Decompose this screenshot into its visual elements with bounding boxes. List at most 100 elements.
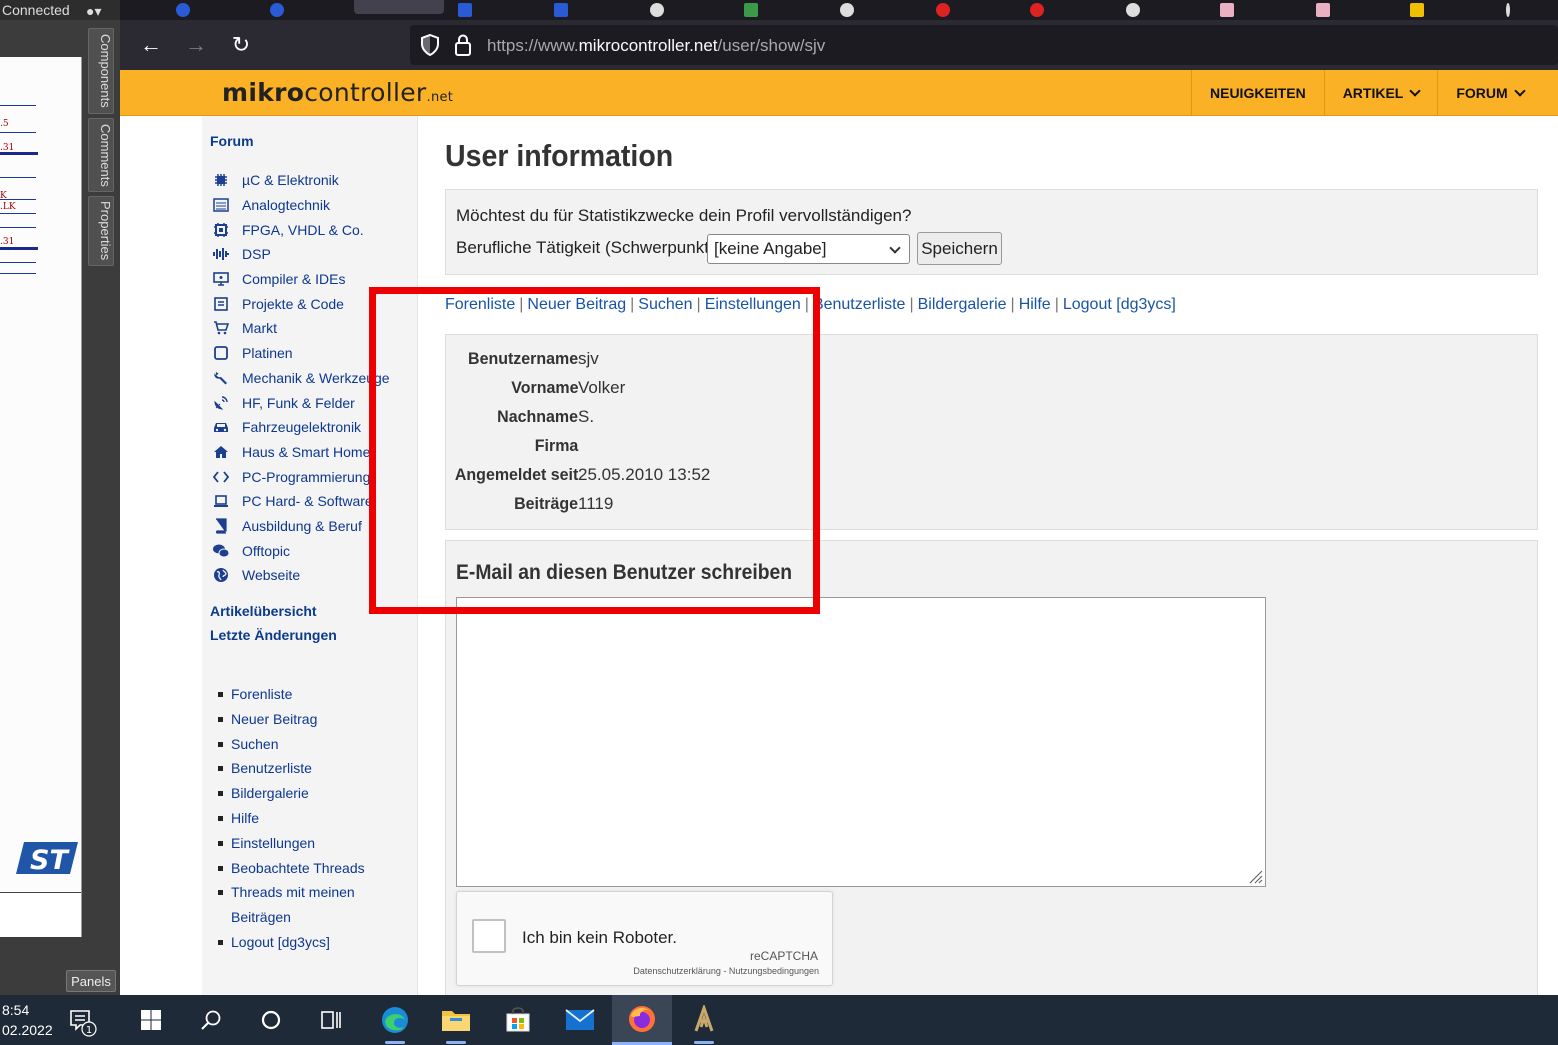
- tab-favicon-icon[interactable]: [554, 3, 568, 17]
- monitor-code-icon: [212, 271, 230, 287]
- search-icon[interactable]: [181, 995, 241, 1045]
- altium-icon[interactable]: [674, 995, 734, 1045]
- sidebar-item-hf-funk[interactable]: HF, Funk & Felder: [212, 390, 390, 415]
- recaptcha-checkbox[interactable]: [472, 919, 506, 953]
- sidebar-link-bildergalerie[interactable]: Bildergalerie: [218, 781, 365, 806]
- forward-icon[interactable]: →: [183, 32, 209, 58]
- tab-favicon-icon[interactable]: [840, 3, 854, 17]
- tab-favicon-icon[interactable]: [458, 3, 472, 17]
- link-forenliste[interactable]: Forenliste: [445, 296, 515, 313]
- properties-tab[interactable]: Properties: [88, 196, 114, 266]
- firefox-icon[interactable]: [612, 995, 672, 1045]
- lock-icon[interactable]: [454, 34, 472, 56]
- sidebar-item-dsp[interactable]: DSP: [212, 242, 390, 267]
- tracking-shield-icon[interactable]: [420, 34, 440, 56]
- browser-tab-strip: [120, 0, 1558, 20]
- active-tab[interactable]: [354, 0, 444, 14]
- sidebar-link-hilfe[interactable]: Hilfe: [218, 806, 365, 831]
- sidebar-forum-heading[interactable]: Forum: [210, 133, 254, 149]
- sidebar-item-platinen[interactable]: Platinen: [212, 341, 390, 366]
- waveform-icon: [212, 246, 230, 262]
- url-text[interactable]: https://www.mikrocontroller.net/user/sho…: [487, 36, 825, 56]
- site-logo[interactable]: mikrocontroller.net: [222, 76, 453, 108]
- store-icon[interactable]: [488, 995, 548, 1045]
- tab-favicon-icon[interactable]: [270, 3, 284, 17]
- sidebar-link-threads-mit-meinen[interactable]: Threads mit meinen: [218, 880, 365, 905]
- tab-favicon-icon[interactable]: [1126, 3, 1140, 17]
- link-einstellungen[interactable]: Einstellungen: [705, 296, 801, 313]
- sidebar-item-projekte[interactable]: Projekte & Code: [212, 291, 390, 316]
- reload-icon[interactable]: ↻: [228, 32, 254, 58]
- sidebar-item-analogtechnik[interactable]: Analogtechnik: [212, 193, 390, 218]
- tab-favicon-icon[interactable]: [936, 3, 950, 17]
- book-icon: [212, 518, 230, 534]
- file-explorer-icon[interactable]: [426, 995, 486, 1045]
- panels-button[interactable]: Panels: [66, 970, 116, 992]
- resize-grip-icon[interactable]: [1247, 868, 1263, 884]
- sidebar-link-neuer-beitrag[interactable]: Neuer Beitrag: [218, 707, 365, 732]
- sidebar-link-logout[interactable]: Logout [dg3ycs]: [218, 930, 365, 955]
- sidebar-item-mechanik[interactable]: Mechanik & Werkzeuge: [212, 366, 390, 391]
- comments-tab[interactable]: Comments: [88, 118, 114, 192]
- windows-start-icon[interactable]: [121, 995, 181, 1045]
- link-hilfe[interactable]: Hilfe: [1019, 296, 1051, 313]
- mail-icon[interactable]: [550, 995, 610, 1045]
- sidebar-item-uc-elektronik[interactable]: µC & Elektronik: [212, 168, 390, 193]
- tab-favicon-icon[interactable]: [1506, 3, 1510, 17]
- top-navigation: NEUIGKEITEN ARTIKEL FORUM: [1191, 70, 1558, 116]
- email-textarea[interactable]: [456, 597, 1266, 887]
- address-bar[interactable]: https://www.mikrocontroller.net/user/sho…: [410, 25, 1558, 65]
- sidebar-item-offtopic[interactable]: Offtopic: [212, 538, 390, 563]
- job-select[interactable]: [keine Angabe]: [707, 234, 910, 264]
- sidebar-item-webseite[interactable]: Webseite: [212, 563, 390, 588]
- tab-favicon-icon[interactable]: [1030, 3, 1044, 17]
- cart-icon: [212, 320, 230, 336]
- sidebar-link-suchen[interactable]: Suchen: [218, 732, 365, 757]
- link-logout[interactable]: Logout [dg3ycs]: [1063, 296, 1176, 313]
- sidebar-item-compiler[interactable]: Compiler & IDEs: [212, 267, 390, 292]
- nav-neuigkeiten[interactable]: NEUIGKEITEN: [1191, 70, 1324, 116]
- browser-toolbar: ← → ↻ https://www.mikrocontroller.net/us…: [120, 20, 1558, 70]
- link-benutzerliste[interactable]: Benutzerliste: [813, 296, 906, 313]
- save-button[interactable]: Speichern: [917, 232, 1002, 265]
- task-view-icon[interactable]: [301, 995, 361, 1045]
- cortana-icon[interactable]: [241, 995, 301, 1045]
- sidebar-item-pc-hardware[interactable]: PC Hard- & Software: [212, 489, 390, 514]
- tab-favicon-icon[interactable]: [176, 3, 190, 17]
- user-account-icon[interactable]: ●▾: [86, 1, 101, 20]
- sidebar-item-haus[interactable]: Haus & Smart Home: [212, 440, 390, 465]
- sidebar-link-einstellungen[interactable]: Einstellungen: [218, 831, 365, 856]
- main-content: User information Möchtest du für Statist…: [445, 116, 1538, 1000]
- page-body: Forum µC & Elektronik Analogtechnik FPGA…: [120, 116, 1558, 1000]
- sidebar-link-beitraegen[interactable]: Beiträgen: [218, 905, 365, 930]
- sidebar-link-forenliste[interactable]: Forenliste: [218, 682, 365, 707]
- tab-favicon-icon[interactable]: [744, 3, 758, 17]
- sidebar-item-ausbildung[interactable]: Ausbildung & Beruf: [212, 514, 390, 539]
- edge-icon[interactable]: [365, 995, 425, 1045]
- link-bildergalerie[interactable]: Bildergalerie: [918, 296, 1007, 313]
- sidebar-item-markt[interactable]: Markt: [212, 316, 390, 341]
- notification-icon[interactable]: 1: [68, 1007, 98, 1037]
- schematic-canvas[interactable]: .5 .31 K .LK .31: [0, 57, 82, 937]
- recaptcha-links[interactable]: Datenschutzerklärung - Nutzungsbedingung…: [633, 966, 819, 976]
- link-suchen[interactable]: Suchen: [638, 296, 692, 313]
- sidebar-item-fpga[interactable]: FPGA, VHDL & Co.: [212, 217, 390, 242]
- sidebar-link-beobachtete-threads[interactable]: Beobachtete Threads: [218, 856, 365, 881]
- sidebar-item-fahrzeug[interactable]: Fahrzeugelektronik: [212, 415, 390, 440]
- project-icon: [212, 296, 230, 312]
- tab-favicon-icon[interactable]: [1220, 3, 1234, 17]
- nav-forum[interactable]: FORUM: [1437, 70, 1541, 116]
- components-tab[interactable]: Components: [88, 28, 114, 114]
- back-icon[interactable]: ←: [138, 32, 164, 58]
- link-neuer-beitrag[interactable]: Neuer Beitrag: [527, 296, 626, 313]
- tab-favicon-icon[interactable]: [1410, 3, 1424, 17]
- taskbar-clock[interactable]: 8:54 02.2022: [2, 1000, 53, 1040]
- tab-favicon-icon[interactable]: [650, 3, 664, 17]
- sidebar-link-benutzerliste[interactable]: Benutzerliste: [218, 756, 365, 781]
- tab-favicon-icon[interactable]: [1316, 3, 1330, 17]
- sidebar-item-pc-programmierung[interactable]: PC-Programmierung: [212, 464, 390, 489]
- nav-artikel[interactable]: ARTIKEL: [1323, 70, 1438, 116]
- sidebar-article-overview[interactable]: Artikelübersicht: [210, 603, 317, 619]
- sidebar-recent-changes[interactable]: Letzte Änderungen: [210, 627, 337, 643]
- code-brackets-icon: [212, 469, 230, 485]
